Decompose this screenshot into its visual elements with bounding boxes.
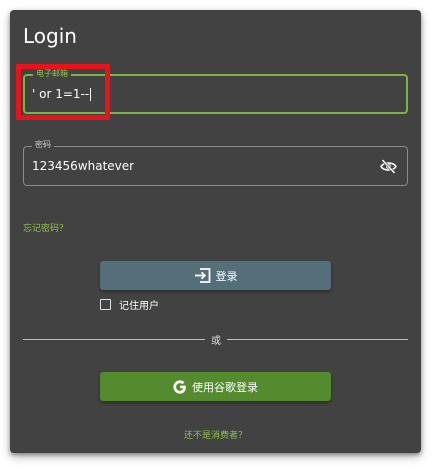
remember-me-checkbox[interactable] xyxy=(100,299,111,310)
page-title: Login xyxy=(23,24,77,48)
google-login-button[interactable]: 使用谷歌登录 xyxy=(100,372,331,401)
remember-me-label: 记住用户 xyxy=(119,301,159,312)
google-icon xyxy=(173,379,186,394)
email-field[interactable]: 电子邮箱 ' or 1=1-- xyxy=(23,69,408,114)
text-cursor xyxy=(90,87,92,101)
divider-line-right xyxy=(227,339,408,340)
email-input-text: ' or 1=1-- xyxy=(32,87,90,101)
password-input-value[interactable]: 123456whatever xyxy=(32,147,134,185)
login-icon xyxy=(194,268,210,283)
forgot-password-link[interactable]: 忘记密码？ xyxy=(23,221,68,234)
login-button[interactable]: 登录 xyxy=(100,261,331,290)
divider-line-left xyxy=(23,339,205,340)
eye-off-icon[interactable] xyxy=(380,158,397,175)
password-field[interactable]: 密码 123456whatever xyxy=(23,140,408,186)
not-consumer-link[interactable]: 还不是消费者？ xyxy=(10,428,421,441)
login-button-label: 登录 xyxy=(215,269,238,283)
login-card: Login 电子邮箱 ' or 1=1-- 密码 123456whatever … xyxy=(10,10,421,453)
google-login-label: 使用谷歌登录 xyxy=(192,380,258,394)
remember-me[interactable]: 记住用户 xyxy=(100,297,159,312)
email-input-value[interactable]: ' or 1=1-- xyxy=(32,76,92,112)
divider-text: 或 xyxy=(211,336,221,347)
